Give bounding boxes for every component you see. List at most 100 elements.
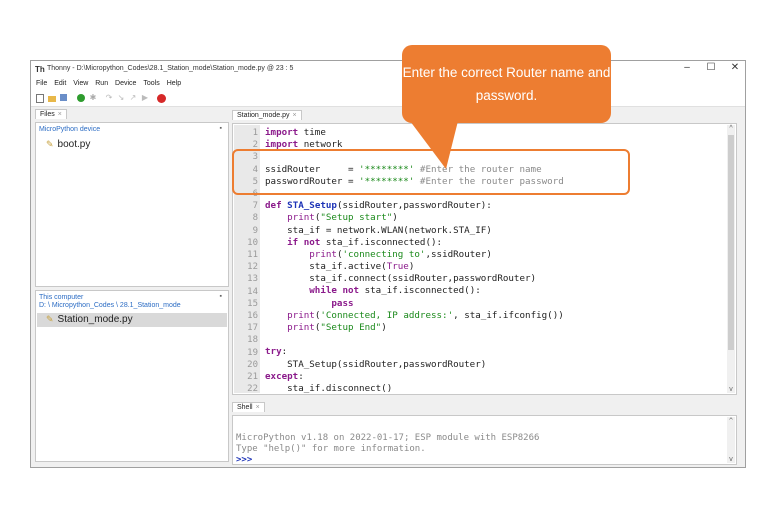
tab-shell[interactable]: Shell × <box>232 402 265 412</box>
code-line[interactable]: try: <box>265 346 564 358</box>
line-number: 10 <box>247 237 258 248</box>
python-file-icon: ✎ <box>46 314 54 324</box>
file-name: boot.py <box>57 139 91 150</box>
maximize-button[interactable]: ☐ <box>699 62 723 73</box>
save-icon[interactable] <box>60 94 67 101</box>
code-token: 'Connected, IP address:' <box>320 309 454 321</box>
scroll-down-icon[interactable]: v <box>727 386 735 393</box>
code-token: import <box>265 127 299 138</box>
menu-help[interactable]: Help <box>167 80 181 87</box>
line-number: 11 <box>247 250 258 260</box>
thonny-window: Th Thonny - D:\Micropython_Codes\28.1_St… <box>30 60 746 468</box>
step-out-icon[interactable]: ↗ <box>129 94 137 102</box>
panel-menu-icon[interactable]: ▪ <box>220 293 222 300</box>
code-token: sta_if.active( <box>265 261 387 273</box>
run-icon[interactable] <box>77 94 85 102</box>
shell-tab-label: Shell <box>237 404 253 411</box>
scroll-up-icon[interactable]: ^ <box>727 417 735 425</box>
code-line[interactable]: def STA_Setup(ssidRouter,passwordRouter)… <box>265 200 564 212</box>
code-line[interactable]: if not sta_if.isconnected(): <box>265 237 564 249</box>
menu-bar: File Edit View Run Device Tools Help <box>31 78 745 91</box>
resume-icon[interactable]: ▶ <box>141 94 149 102</box>
step-into-icon[interactable]: ↘ <box>117 94 125 102</box>
code-line[interactable]: sta_if = network.WLAN(network.STA_IF) <box>265 225 564 237</box>
code-token: sta_if.connect(ssidRouter,passwordRouter… <box>265 273 537 285</box>
code-line[interactable]: sta_if.connect(ssidRouter,passwordRouter… <box>265 273 564 285</box>
code-token: ,ssidRouter) <box>425 248 492 260</box>
code-line[interactable] <box>265 334 564 346</box>
file-item-boot[interactable]: ✎ boot.py <box>46 139 90 150</box>
file-item-station-mode[interactable]: ✎ Station_mode.py <box>46 314 133 325</box>
code-line[interactable]: print('Connected, IP address:', sta_if.i… <box>265 310 564 322</box>
shell-scrollbar[interactable]: ^ v <box>727 417 735 463</box>
editor-scrollbar[interactable]: ^ v <box>727 125 735 393</box>
close-button[interactable]: ✕ <box>723 62 747 73</box>
close-tab-icon[interactable]: × <box>293 112 297 119</box>
code-line[interactable]: pass <box>265 298 564 310</box>
code-token: , sta_if.ifconfig()) <box>453 309 564 321</box>
code-line[interactable]: sta_if.active(True) <box>265 261 564 273</box>
code-token: sta_if.isconnected(): <box>359 285 481 297</box>
code-token: STA_Setup(ssidRouter,passwordRouter) <box>265 358 487 370</box>
toolbar: ✱ ↷ ↘ ↗ ▶ <box>31 91 745 107</box>
code-token: sta_if.disconnect() <box>265 382 393 394</box>
file-name: Station_mode.py <box>57 314 133 325</box>
code-token: print <box>309 248 337 260</box>
code-line[interactable]: except: <box>265 371 564 383</box>
menu-view[interactable]: View <box>73 80 88 87</box>
code-token: print <box>287 212 315 224</box>
code-token: try <box>265 346 282 358</box>
tab-files-label: Files <box>40 111 55 118</box>
menu-tools[interactable]: Tools <box>143 80 159 87</box>
line-number: 17 <box>247 323 258 334</box>
scroll-down-icon[interactable]: v <box>727 455 735 463</box>
code-line[interactable]: print("Setup End") <box>265 322 564 334</box>
menu-device[interactable]: Device <box>115 80 136 87</box>
panel-menu-icon[interactable]: ▪ <box>220 125 222 132</box>
line-number: 9 <box>252 225 258 236</box>
debug-icon[interactable]: ✱ <box>89 94 97 102</box>
device-header: MicroPython device <box>39 126 101 133</box>
computer-path[interactable]: D: \ Micropython_Codes \ 28.1_Station_mo… <box>39 302 181 309</box>
code-token: if not <box>287 236 321 248</box>
line-number: 12 <box>247 262 258 273</box>
line-number: 15 <box>247 298 258 309</box>
scrollbar-thumb[interactable] <box>728 135 734 350</box>
line-number: 21 <box>247 372 258 382</box>
open-folder-icon[interactable] <box>48 96 56 102</box>
scroll-up-icon[interactable]: ^ <box>727 125 735 132</box>
line-number: 19 <box>247 347 258 358</box>
close-tab-icon[interactable]: × <box>256 404 260 411</box>
code-line[interactable]: print('connecting to',ssidRouter) <box>265 249 564 261</box>
shell-prompt[interactable]: >>> <box>236 455 252 465</box>
shell-console[interactable]: MicroPython v1.18 on 2022-01-17; ESP mod… <box>232 415 737 465</box>
tab-station-mode[interactable]: Station_mode.py × <box>232 110 302 120</box>
step-over-icon[interactable]: ↷ <box>105 94 113 102</box>
tab-files[interactable]: Files × <box>35 109 67 119</box>
files-pane: Files × MicroPython device ▪ ✎ boot.py Thi… <box>35 109 229 464</box>
new-file-icon[interactable] <box>36 94 44 103</box>
code-line[interactable]: while not sta_if.isconnected(): <box>265 285 564 297</box>
thonny-logo-icon: Th <box>35 65 45 74</box>
code-line[interactable]: sta_if.disconnect() <box>265 383 564 395</box>
callout-pointer <box>410 121 458 169</box>
minimize-button[interactable]: – <box>675 62 699 73</box>
line-number: 14 <box>247 286 258 297</box>
window-title: Thonny - D:\Micropython_Codes\28.1_Stati… <box>47 65 294 72</box>
code-token: print <box>287 309 315 321</box>
code-line[interactable]: print("Setup start") <box>265 212 564 224</box>
code-line[interactable]: STA_Setup(ssidRouter,passwordRouter) <box>265 359 564 371</box>
code-token: 'connecting to' <box>342 248 426 260</box>
close-tab-icon[interactable]: × <box>58 111 62 118</box>
menu-edit[interactable]: Edit <box>54 80 66 87</box>
menu-run[interactable]: Run <box>95 80 108 87</box>
line-number: 16 <box>247 311 258 321</box>
menu-file[interactable]: File <box>36 80 47 87</box>
device-files-panel: MicroPython device ▪ ✎ boot.py <box>35 122 229 287</box>
stop-icon[interactable] <box>157 94 166 103</box>
